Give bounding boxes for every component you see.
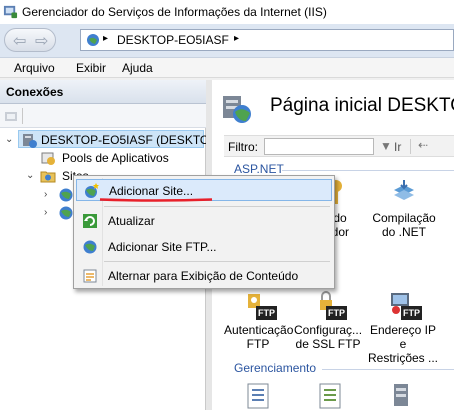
back-arrow-icon[interactable]: ⇦ bbox=[13, 31, 26, 51]
group-header-aspnet: ASP.NET bbox=[234, 162, 284, 176]
menu-ajuda[interactable]: Ajuda bbox=[122, 61, 153, 75]
globe-icon bbox=[59, 206, 73, 220]
menu-arquivo[interactable]: Arquivo bbox=[14, 61, 55, 75]
expand-arrow-icon[interactable]: › bbox=[44, 189, 47, 200]
collapse-arrow-icon[interactable]: ⌄ bbox=[26, 170, 34, 181]
annotation-underline bbox=[99, 198, 213, 202]
tree-app-pools-label: Pools de Aplicativos bbox=[62, 151, 169, 165]
connections-toolbar bbox=[0, 104, 206, 128]
menu-refresh[interactable]: Atualizar bbox=[76, 210, 332, 232]
add-site-globe-icon bbox=[85, 183, 99, 198]
group-divider bbox=[282, 170, 454, 171]
menu-separator bbox=[104, 261, 330, 262]
tree-server-label: DESKTOP-EO5IASF (DESKTOP bbox=[41, 133, 218, 147]
feature-ftp-ssl[interactable]: FTP Configuraç... de SSL FTP bbox=[294, 288, 362, 351]
sites-folder-icon bbox=[40, 171, 56, 183]
connections-header: Conexões bbox=[0, 80, 206, 104]
server-icon bbox=[23, 134, 37, 148]
group-header-management: Gerenciamento bbox=[234, 361, 317, 375]
show-all-icon[interactable]: ⇠ bbox=[418, 138, 428, 152]
toolbar-divider bbox=[410, 139, 411, 154]
feature-dotnet-compilation[interactable]: Compilação do .NET bbox=[370, 176, 438, 239]
feature-label: Compilação bbox=[372, 211, 436, 225]
iis-app-icon bbox=[3, 5, 18, 19]
feature-label: Endereço IP e bbox=[369, 323, 437, 351]
refresh-icon bbox=[83, 214, 97, 228]
config-editor-icon[interactable] bbox=[244, 380, 274, 410]
feature-label: Autenticação bbox=[224, 323, 294, 337]
page-title: Página inicial DESKTO bbox=[270, 95, 454, 116]
filter-input[interactable] bbox=[264, 138, 374, 155]
feature-ftp-authentication[interactable]: FTP Autenticação FTP bbox=[224, 288, 294, 351]
feature-label: Configuraç... bbox=[294, 323, 363, 337]
menu-refresh-label: Atualizar bbox=[108, 214, 155, 228]
toolbar-divider bbox=[22, 108, 23, 124]
feature-ftp-ip-restrictions[interactable]: FTP Endereço IP e Restrições ... bbox=[366, 288, 440, 365]
context-menu: Adicionar Site... Atualizar Adicionar Si… bbox=[73, 175, 335, 289]
breadcrumb-separator-icon[interactable]: ▸ bbox=[234, 33, 239, 44]
globe-icon bbox=[59, 188, 73, 202]
breadcrumb-separator-icon: ▸ bbox=[103, 33, 109, 44]
feature-delegation-icon[interactable] bbox=[316, 380, 346, 410]
shared-configuration-icon[interactable] bbox=[388, 380, 418, 410]
menu-add-site-label: Adicionar Site... bbox=[109, 184, 194, 198]
title-bar: Gerenciador do Serviços de Informações d… bbox=[0, 0, 454, 24]
menu-add-ftp-site-label: Adicionar Site FTP... bbox=[108, 240, 217, 254]
ftp-badge: FTP bbox=[326, 306, 347, 320]
menu-switch-content-view-label: Alternar para Exibição de Conteúdo bbox=[108, 269, 299, 283]
server-home-icon bbox=[223, 96, 251, 123]
feature-label: FTP bbox=[246, 337, 270, 351]
add-ftp-site-icon bbox=[83, 240, 97, 254]
go-funnel-icon[interactable]: ▼ bbox=[380, 139, 392, 153]
ftp-authentication-icon: FTP bbox=[242, 288, 277, 320]
go-button[interactable]: Ir bbox=[394, 140, 401, 154]
breadcrumb-host[interactable]: DESKTOP-EO5IASF bbox=[117, 33, 229, 47]
server-icon bbox=[87, 34, 99, 46]
expand-arrow-icon[interactable]: › bbox=[44, 207, 47, 218]
ftp-ip-restrictions-icon: FTP bbox=[387, 288, 422, 320]
group-divider bbox=[322, 369, 454, 370]
feature-label: Restrições ... bbox=[367, 351, 439, 365]
filter-label: Filtro: bbox=[228, 140, 258, 154]
tree-app-pools[interactable]: Pools de Aplicativos bbox=[40, 149, 206, 167]
feature-label: de SSL FTP bbox=[295, 337, 361, 351]
menu-add-ftp-site[interactable]: Adicionar Site FTP... bbox=[76, 236, 332, 258]
menu-exibir[interactable]: Exibir bbox=[76, 61, 106, 75]
back-forward-buttons[interactable]: ⇦ ⇨ bbox=[4, 28, 56, 52]
tree-server-node[interactable]: ⌄ DESKTOP-EO5IASF (DESKTOP bbox=[5, 130, 217, 148]
ftp-ssl-icon: FTP bbox=[312, 288, 347, 320]
collapse-arrow-icon[interactable]: ⌄ bbox=[5, 134, 13, 145]
compilation-icon bbox=[388, 176, 420, 208]
app-pools-icon bbox=[41, 152, 55, 165]
filter-bar: Filtro: ▼ Ir ⇠ bbox=[224, 135, 454, 157]
content-view-icon bbox=[83, 269, 97, 283]
connect-icon[interactable] bbox=[4, 109, 18, 123]
menu-bar: Arquivo Exibir Ajuda bbox=[0, 58, 454, 78]
ftp-badge: FTP bbox=[256, 306, 277, 320]
feature-label: do .NET bbox=[381, 225, 426, 239]
menu-switch-content-view[interactable]: Alternar para Exibição de Conteúdo bbox=[76, 265, 332, 287]
menu-separator bbox=[104, 206, 330, 207]
window-title: Gerenciador do Serviços de Informações d… bbox=[22, 5, 327, 19]
ftp-badge: FTP bbox=[401, 306, 422, 320]
address-bar[interactable]: ▸ DESKTOP-EO5IASF ▸ bbox=[80, 29, 454, 51]
forward-arrow-icon[interactable]: ⇨ bbox=[35, 31, 48, 51]
